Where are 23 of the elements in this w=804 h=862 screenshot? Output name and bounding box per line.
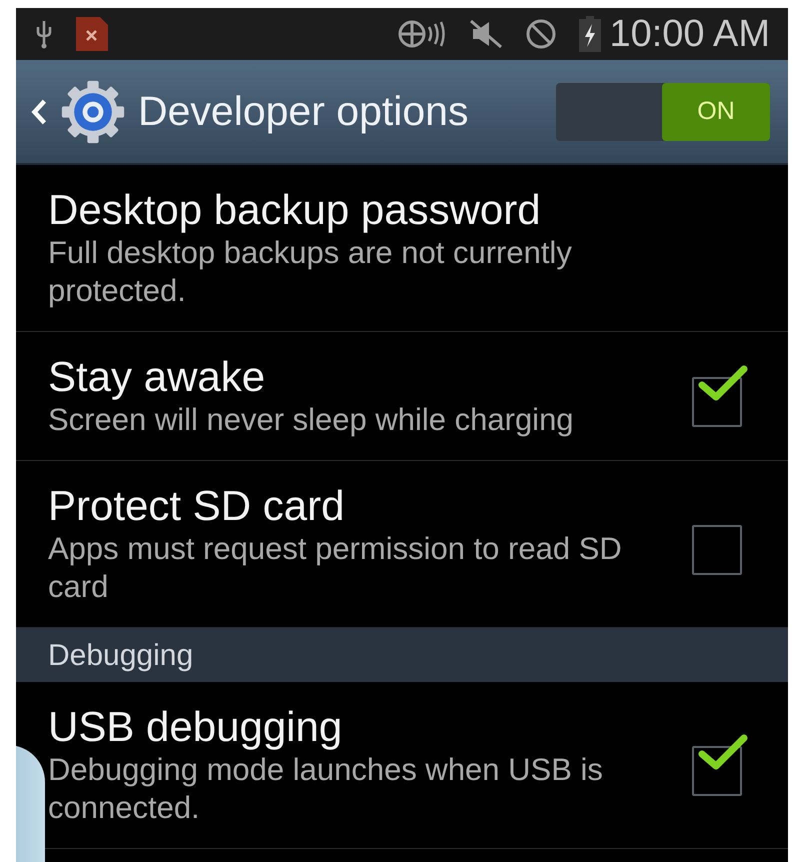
file-error-icon — [76, 17, 108, 51]
setting-title: Protect SD card — [48, 482, 346, 530]
setting-summary: Debugging mode launches when USB is connected. — [48, 751, 604, 827]
blocked-icon — [525, 18, 558, 50]
back-button[interactable] — [30, 78, 126, 144]
setting-title: USB debugging — [48, 703, 344, 751]
back-icon — [30, 98, 48, 126]
clock: 10:00 AM — [609, 12, 770, 56]
setting-title: Stay awake — [48, 353, 266, 401]
checkbox[interactable] — [692, 365, 750, 427]
setting-title: Desktop backup password — [48, 186, 542, 234]
setting-summary: Full desktop backups are not currently protected. — [48, 234, 573, 310]
screen-title: Developer options — [138, 86, 468, 136]
usb-icon — [34, 19, 54, 49]
setting-summary: Screen will never sleep while charging — [48, 401, 575, 439]
toggle-switch[interactable]: ON — [556, 82, 770, 140]
gear-icon — [60, 78, 126, 144]
checkbox[interactable] — [692, 734, 750, 796]
nfc-icon — [397, 19, 448, 49]
mute-icon — [469, 19, 504, 49]
battery-charging-icon — [579, 16, 602, 52]
setting-summary: Apps must request permission to read SD card — [48, 530, 623, 606]
section-header: Debugging — [16, 628, 788, 682]
